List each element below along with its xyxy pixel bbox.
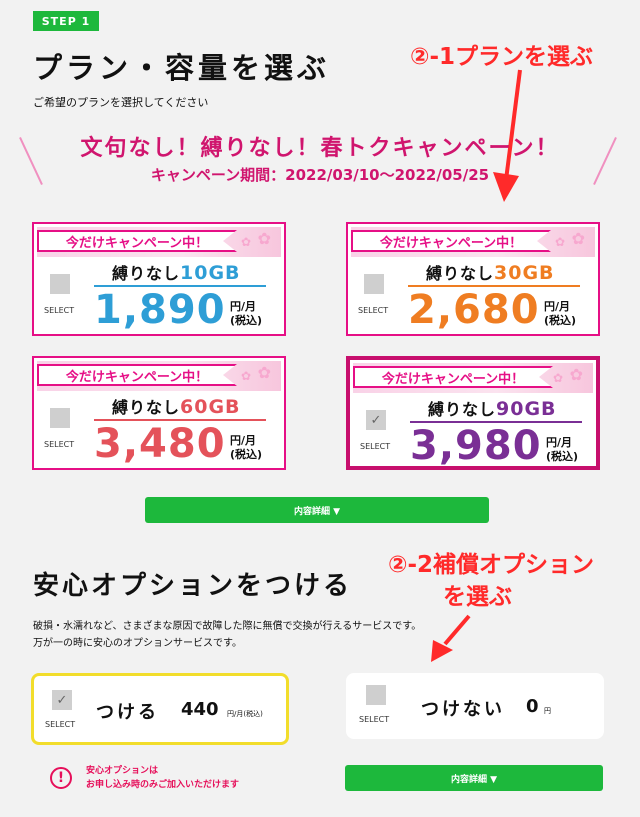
- plan-price-unit-tax: (税込): [546, 450, 579, 463]
- plan-checkbox[interactable]: [50, 408, 70, 428]
- option-price-unit: 円/月(税込): [227, 710, 263, 718]
- plan-select-label: SELECT: [360, 442, 391, 451]
- flower-icon: ✿: [569, 365, 583, 384]
- flower-icon: ✿: [257, 363, 271, 382]
- plan-banner-label: 今だけキャンペーン中！: [37, 230, 237, 252]
- plan-price: 3,980: [410, 423, 542, 469]
- plan-banner-label: 今だけキャンペーン中！: [37, 364, 237, 386]
- flower-icon: ✿: [240, 369, 251, 383]
- annotation-option-line2: を選ぶ: [443, 584, 512, 610]
- option-notice-line2: お申し込み時のみご加入いただけます: [86, 780, 240, 790]
- plan-banner-label: 今だけキャンペーン中！: [353, 366, 553, 388]
- option-price: 0: [526, 696, 539, 717]
- step-badge: STEP 1: [33, 11, 99, 31]
- option-label: つける: [96, 702, 159, 723]
- plan-name: 縛りなし30GB: [426, 260, 555, 284]
- page-title: プラン・容量を選ぶ: [33, 51, 331, 85]
- option-details-button[interactable]: 内容詳細 ▼: [345, 765, 603, 791]
- plan-card[interactable]: 今だけキャンペーン中！ ✿ ✿ SELECT 縛りなし60GB 3,480 円/月 (税込): [32, 356, 286, 470]
- plan-price: 3,480: [94, 421, 226, 467]
- option-section-title: 安心オプションをつける: [33, 571, 353, 601]
- plan-name-text: 縛りなし: [112, 398, 181, 417]
- campaign-period: キャンペーン期間：2022/03/10〜2022/05/25: [150, 166, 490, 184]
- flower-icon: ✿: [552, 371, 563, 385]
- flower-icon: ✿: [554, 235, 565, 249]
- plan-capacity: 60GB: [180, 396, 241, 418]
- plan-name-text: 縛りなし: [426, 264, 495, 283]
- plan-price-unit-month: 円/月: [230, 300, 257, 313]
- plan-name: 縛りなし10GB: [112, 260, 241, 284]
- option-notice-line1: 安心オプションは: [86, 766, 159, 776]
- plan-price-unit-tax: (税込): [230, 448, 263, 461]
- plan-checkbox[interactable]: [364, 274, 384, 294]
- plan-banner-label: 今だけキャンペーン中！: [351, 230, 551, 252]
- plan-select-label: SELECT: [44, 440, 75, 449]
- plan-capacity: 90GB: [496, 398, 557, 420]
- plan-capacity: 30GB: [494, 262, 555, 284]
- plan-banner: 今だけキャンペーン中！ ✿ ✿: [351, 227, 595, 257]
- option-select-label: SELECT: [45, 720, 76, 729]
- option-label: つけない: [421, 699, 505, 720]
- plan-select-label: SELECT: [358, 306, 389, 315]
- plan-price-unit: 円/月 (税込): [230, 434, 262, 462]
- plan-card[interactable]: 今だけキャンペーン中！ ✿ ✿ SELECT 縛りなし30GB 2,680 円/月 (税込): [346, 222, 600, 336]
- plan-banner: 今だけキャンペーン中！ ✿ ✿: [37, 361, 281, 391]
- plan-price-unit-tax: (税込): [230, 314, 263, 327]
- option-card-attach[interactable]: ✓ SELECT つける 440 円/月(税込): [31, 673, 289, 745]
- plan-banner: 今だけキャンペーン中！ ✿ ✿: [353, 363, 593, 393]
- plan-name: 縛りなし60GB: [112, 394, 241, 418]
- campaign-title: 文句なし！縛りなし！春トクキャンペーン！: [80, 136, 560, 161]
- plan-capacity: 10GB: [180, 262, 241, 284]
- flower-icon: ✿: [257, 229, 271, 248]
- flower-icon: ✿: [240, 235, 251, 249]
- plan-price: 2,680: [408, 287, 540, 333]
- plan-price-unit-month: 円/月: [230, 434, 257, 447]
- option-price-unit: 円: [544, 707, 551, 715]
- plan-price-unit: 円/月 (税込): [546, 436, 578, 464]
- plan-price-unit: 円/月 (税込): [544, 300, 576, 328]
- plan-price-unit-tax: (税込): [544, 314, 577, 327]
- plan-card[interactable]: 今だけキャンペーン中！ ✿ ✿ SELECT 縛りなし10GB 1,890 円/月 (税込): [32, 222, 286, 336]
- plan-name: 縛りなし90GB: [428, 396, 557, 420]
- annotation-plan: ②-1プランを選ぶ: [410, 44, 594, 70]
- option-checkbox[interactable]: ✓: [52, 690, 72, 710]
- annotation-arrow-downleft-icon: [431, 614, 471, 662]
- option-price: 440: [181, 699, 219, 720]
- option-card-none[interactable]: SELECT つけない 0 円: [346, 673, 604, 739]
- plan-details-button[interactable]: 内容詳細 ▼: [145, 497, 489, 523]
- option-description-line1: 破損・水濡れなど、さまざまな原因で故障した際に無償で交換が行えるサービスです。: [33, 621, 422, 632]
- option-description: 破損・水濡れなど、さまざまな原因で故障した際に無償で交換が行えるサービスです。 …: [33, 618, 421, 652]
- plan-checkbox[interactable]: ✓: [366, 410, 386, 430]
- plan-banner: 今だけキャンペーン中！ ✿ ✿: [37, 227, 281, 257]
- plan-select-label: SELECT: [44, 306, 75, 315]
- plan-card[interactable]: 今だけキャンペーン中！ ✿ ✿ ✓ SELECT 縛りなし90GB 3,980 円/月 (税込): [346, 356, 600, 470]
- plan-name-text: 縛りなし: [428, 400, 497, 419]
- plan-price: 1,890: [94, 287, 226, 333]
- option-select-label: SELECT: [359, 715, 390, 724]
- option-notice: 安心オプションは お申し込み時のみご加入いただけます: [86, 764, 239, 792]
- option-checkbox[interactable]: [366, 685, 386, 705]
- plan-name-text: 縛りなし: [112, 264, 181, 283]
- flower-icon: ✿: [571, 229, 585, 248]
- option-description-line2: 万が一の時に安心のオプションサービスです。: [33, 638, 242, 649]
- plan-price-unit-month: 円/月: [546, 436, 573, 449]
- page-subtitle: ご希望のプランを選択してください: [33, 96, 209, 109]
- plan-price-unit-month: 円/月: [544, 300, 571, 313]
- plan-price-unit: 円/月 (税込): [230, 300, 262, 328]
- plan-checkbox[interactable]: [50, 274, 70, 294]
- annotation-option-line1: ②-2補償オプション: [388, 552, 595, 578]
- warning-icon: !: [50, 767, 72, 789]
